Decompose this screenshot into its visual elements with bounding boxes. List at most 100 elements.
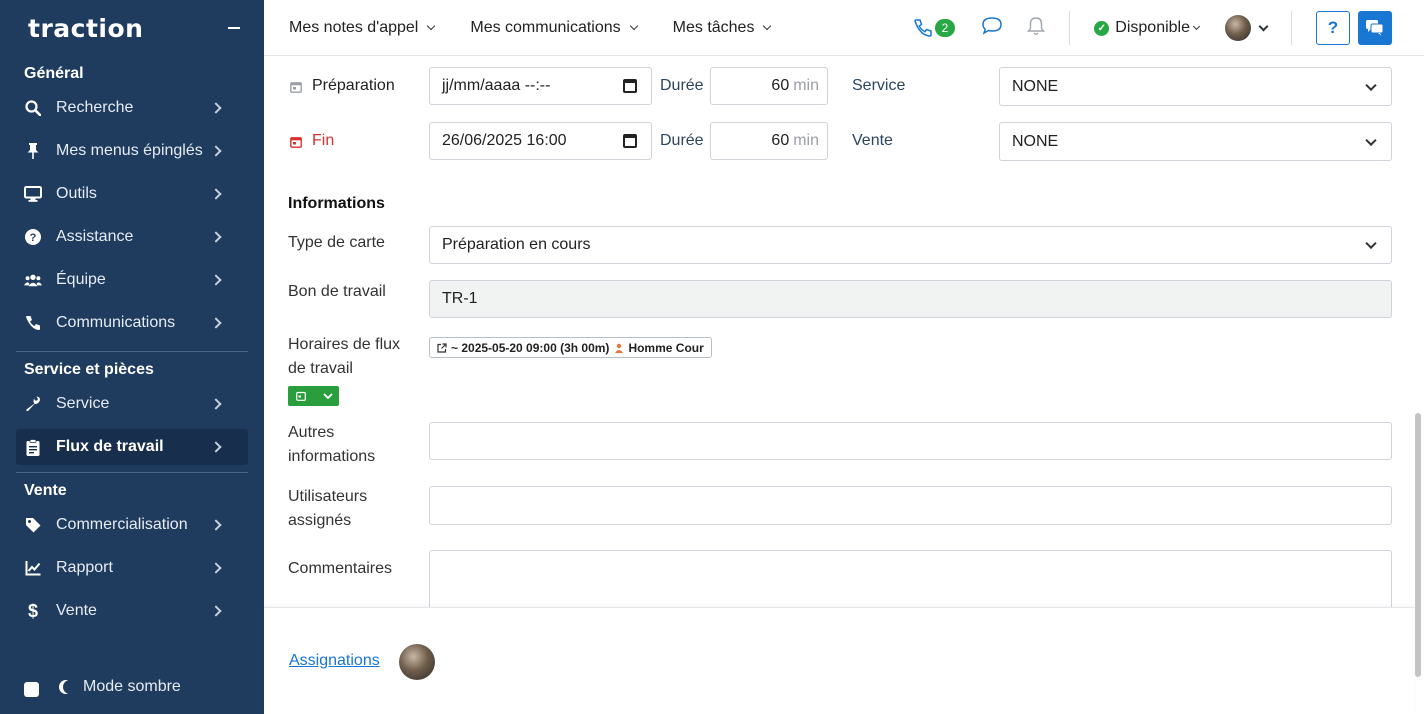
question-icon: ?: [1327, 18, 1339, 37]
notifications-button[interactable]: [1027, 16, 1046, 41]
sidebar-item-assistance[interactable]: ? Assistance: [0, 215, 248, 258]
section-title-vente: Vente: [24, 482, 67, 499]
availability-dropdown[interactable]: ✓ Disponible: [1094, 19, 1201, 37]
bell-icon: [1027, 16, 1046, 35]
sidebar-item-label: Flux de travail: [56, 438, 164, 455]
top-divider: [1291, 11, 1292, 45]
tag-icon: [24, 516, 42, 534]
vente-label: Vente: [852, 132, 893, 149]
comments-icon: [1366, 20, 1384, 36]
chat-button[interactable]: [981, 16, 1003, 41]
chevron-down-icon: [1365, 79, 1377, 91]
preparation-datetime-input[interactable]: jj/mm/aaaa --:--: [429, 67, 652, 105]
svg-text:?: ?: [30, 232, 37, 244]
fin-datetime-input[interactable]: 26/06/2025 16:00: [429, 122, 652, 160]
chevron-right-icon: [210, 441, 222, 453]
sidebar-item-recherche[interactable]: Recherche: [0, 86, 248, 129]
clipboard-icon: [24, 438, 42, 456]
calls-button[interactable]: 2: [913, 18, 956, 38]
menu-label: Mes notes d'appel: [289, 18, 419, 36]
top-menu: Mes notes d'appel Mes communications Mes…: [289, 19, 806, 37]
menu-mes-taches[interactable]: Mes tâches: [672, 18, 772, 37]
chevron-right-icon: [210, 604, 222, 617]
sidebar-item-communications[interactable]: Communications: [0, 301, 248, 344]
sidebar-item-commercialisation[interactable]: Commercialisation: [0, 503, 248, 546]
commentaires-textarea[interactable]: [429, 550, 1392, 607]
chevron-down-icon: [763, 21, 772, 30]
chat-bubble-icon: [982, 16, 1003, 35]
question-circle-icon: ?: [24, 228, 42, 246]
fin-value: 26/06/2025 16:00: [442, 132, 567, 149]
chevron-right-icon: [210, 561, 222, 574]
sidebar-item-outils[interactable]: Outils: [0, 172, 248, 215]
external-link-icon: [437, 342, 447, 353]
monitor-icon: [24, 185, 42, 203]
card-footer: Assignations: [264, 607, 1414, 714]
add-schedule-button[interactable]: [288, 386, 339, 406]
user-menu[interactable]: [1225, 15, 1269, 41]
chevron-down-icon: [1258, 21, 1269, 31]
sidebar-item-flux-de-travail[interactable]: Flux de travail: [16, 429, 248, 465]
sidebar-item-label: Outils: [56, 184, 97, 202]
sidebar-item-equipe[interactable]: Équipe: [0, 258, 248, 301]
autres-label-line: Autres: [288, 424, 335, 441]
sidebar-item-label: Assistance: [56, 227, 134, 245]
check-circle-icon: ✓: [1094, 20, 1110, 36]
section-title-general: Général: [24, 65, 84, 82]
search-icon: [24, 99, 42, 117]
dollar-icon: $: [24, 602, 42, 620]
dark-mode-checkbox[interactable]: [24, 682, 39, 697]
calendar-icon: [290, 137, 302, 148]
duree-input-fin[interactable]: 60 min: [710, 122, 828, 160]
moon-icon: [63, 680, 77, 694]
menu-label: Mes tâches: [672, 18, 755, 36]
collapse-sidebar-button[interactable]: [228, 27, 240, 29]
vente-value: NONE: [1012, 132, 1059, 150]
autres-informations-label: Autres informations: [288, 421, 375, 469]
service-select[interactable]: NONE: [999, 67, 1392, 106]
help-button[interactable]: ?: [1316, 11, 1350, 45]
section-title-service-pieces: Service et pièces: [24, 361, 154, 378]
type-carte-value: Préparation en cours: [442, 236, 591, 253]
utilisateurs-label-line: assignés: [288, 512, 352, 529]
dark-mode-toggle[interactable]: Mode sombre: [24, 676, 181, 697]
horaire-tag-text: ~ 2025-05-20 09:00 (3h 00m): [451, 340, 610, 355]
fin-label: Fin: [312, 132, 335, 149]
sidebar-item-mes-menus-epingles[interactable]: Mes menus épinglés: [0, 129, 248, 172]
scrollbar-thumb[interactable]: [1415, 413, 1421, 677]
sidebar-item-label: Recherche: [56, 98, 134, 116]
vente-select[interactable]: NONE: [999, 122, 1392, 161]
calendar-picker-icon[interactable]: [623, 134, 637, 148]
avatar: [1225, 15, 1251, 41]
chevron-right-icon: [210, 230, 222, 243]
phone-icon: [24, 314, 42, 332]
logo-row: traction: [0, 0, 264, 56]
utilisateurs-label-line: Utilisateurs: [288, 488, 368, 505]
sidebar-item-service[interactable]: Service: [0, 382, 248, 425]
utilisateurs-assignes-input[interactable]: [429, 486, 1392, 525]
sidebar-item-label: Service: [56, 394, 110, 412]
duree-label: Durée: [660, 132, 704, 149]
availability-label: Disponible: [1115, 19, 1190, 36]
duree-value: 60: [771, 77, 790, 94]
chevron-down-icon: [323, 393, 333, 400]
sidebar-item-label: Équipe: [56, 270, 106, 288]
autres-informations-input[interactable]: [429, 422, 1392, 460]
chevron-down-icon: [1365, 237, 1377, 250]
calendar-picker-icon[interactable]: [623, 79, 637, 93]
menu-mes-notes-appel[interactable]: Mes notes d'appel: [289, 18, 436, 37]
assigned-user-avatar[interactable]: [399, 644, 435, 680]
sidebar-item-rapport[interactable]: Rapport: [0, 546, 248, 589]
assignations-link[interactable]: Assignations: [289, 652, 380, 670]
sidebar-item-vente[interactable]: $ Vente: [0, 589, 248, 632]
menu-mes-communications[interactable]: Mes communications: [470, 19, 638, 37]
horaire-tag[interactable]: ~ 2025-05-20 09:00 (3h 00m) Homme Cour: [429, 337, 712, 358]
sidebar-item-label: Rapport: [56, 558, 113, 576]
preparation-value: jj/mm/aaaa --:--: [442, 77, 551, 94]
duree-input-preparation[interactable]: 60 min: [710, 67, 828, 105]
messages-button[interactable]: [1358, 11, 1392, 45]
logo[interactable]: traction: [28, 14, 143, 43]
type-carte-select[interactable]: Préparation en cours: [429, 226, 1392, 264]
duree-value: 60: [771, 132, 790, 149]
sidebar-item-label: Commercialisation: [56, 515, 188, 533]
